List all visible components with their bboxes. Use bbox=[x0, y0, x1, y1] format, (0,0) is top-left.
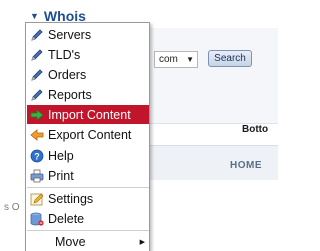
search-panel bbox=[150, 28, 278, 124]
menu-item-reports[interactable]: Reports bbox=[27, 85, 149, 104]
menu-item-help[interactable]: ? Help bbox=[27, 146, 149, 165]
pencil-icon bbox=[30, 88, 44, 102]
menu-item-label: Help bbox=[48, 148, 74, 163]
page: ▼ Whois com ▼ Search Botto HOME s O Serv… bbox=[0, 0, 278, 251]
bottom-label: Botto bbox=[242, 124, 269, 135]
menu-item-label: Print bbox=[48, 168, 74, 183]
menu-item-label: Export Content bbox=[48, 127, 132, 142]
settings-icon bbox=[30, 192, 44, 206]
menu-item-export-content[interactable]: Export Content bbox=[27, 125, 149, 144]
menu-item-label: Move bbox=[55, 234, 86, 249]
menu-item-label: Reports bbox=[48, 87, 92, 102]
database-delete-icon bbox=[30, 212, 44, 226]
menu-item-label: Servers bbox=[48, 27, 92, 42]
menu-item-print[interactable]: Print bbox=[27, 166, 149, 185]
menu-item-orders[interactable]: Orders bbox=[27, 65, 149, 84]
menu-item-label: Settings bbox=[48, 191, 94, 206]
submenu-arrow-icon: ▶ bbox=[139, 238, 145, 246]
menu-item-label: Import Content bbox=[48, 107, 131, 122]
menu-item-label: Delete bbox=[48, 211, 85, 226]
menu-item-tlds[interactable]: TLD's bbox=[27, 45, 149, 64]
menu-item-label: TLD's bbox=[48, 47, 81, 62]
menu-item-servers[interactable]: Servers bbox=[27, 25, 149, 44]
blank-icon bbox=[30, 235, 44, 249]
menu-separator bbox=[27, 230, 149, 231]
menu-item-delete[interactable]: Delete bbox=[27, 209, 149, 228]
context-menu: Servers TLD's Orders Reports Import Cont bbox=[25, 22, 150, 251]
help-icon: ? bbox=[30, 149, 44, 163]
partial-text: s O bbox=[4, 202, 20, 213]
pencil-icon bbox=[30, 48, 44, 62]
menu-separator bbox=[27, 187, 149, 188]
pencil-icon bbox=[30, 68, 44, 82]
menu-item-move[interactable]: Move ▶ bbox=[27, 232, 149, 251]
home-link[interactable]: HOME bbox=[230, 160, 262, 171]
menu-item-label: Orders bbox=[48, 67, 87, 82]
domain-select-value: com bbox=[159, 54, 178, 65]
svg-text:?: ? bbox=[34, 151, 40, 161]
menu-item-import-content[interactable]: Import Content bbox=[27, 105, 149, 124]
domain-extension-select[interactable]: com ▼ bbox=[154, 51, 198, 68]
printer-icon bbox=[30, 169, 44, 183]
dropdown-arrow-icon: ▼ bbox=[186, 55, 194, 64]
search-button[interactable]: Search bbox=[208, 50, 252, 67]
pencil-icon bbox=[30, 28, 44, 42]
menu-item-settings[interactable]: Settings bbox=[27, 189, 149, 208]
collapse-caret-icon: ▼ bbox=[30, 11, 39, 21]
orange-arrow-left-icon bbox=[30, 128, 44, 142]
green-arrow-right-icon bbox=[30, 108, 44, 122]
